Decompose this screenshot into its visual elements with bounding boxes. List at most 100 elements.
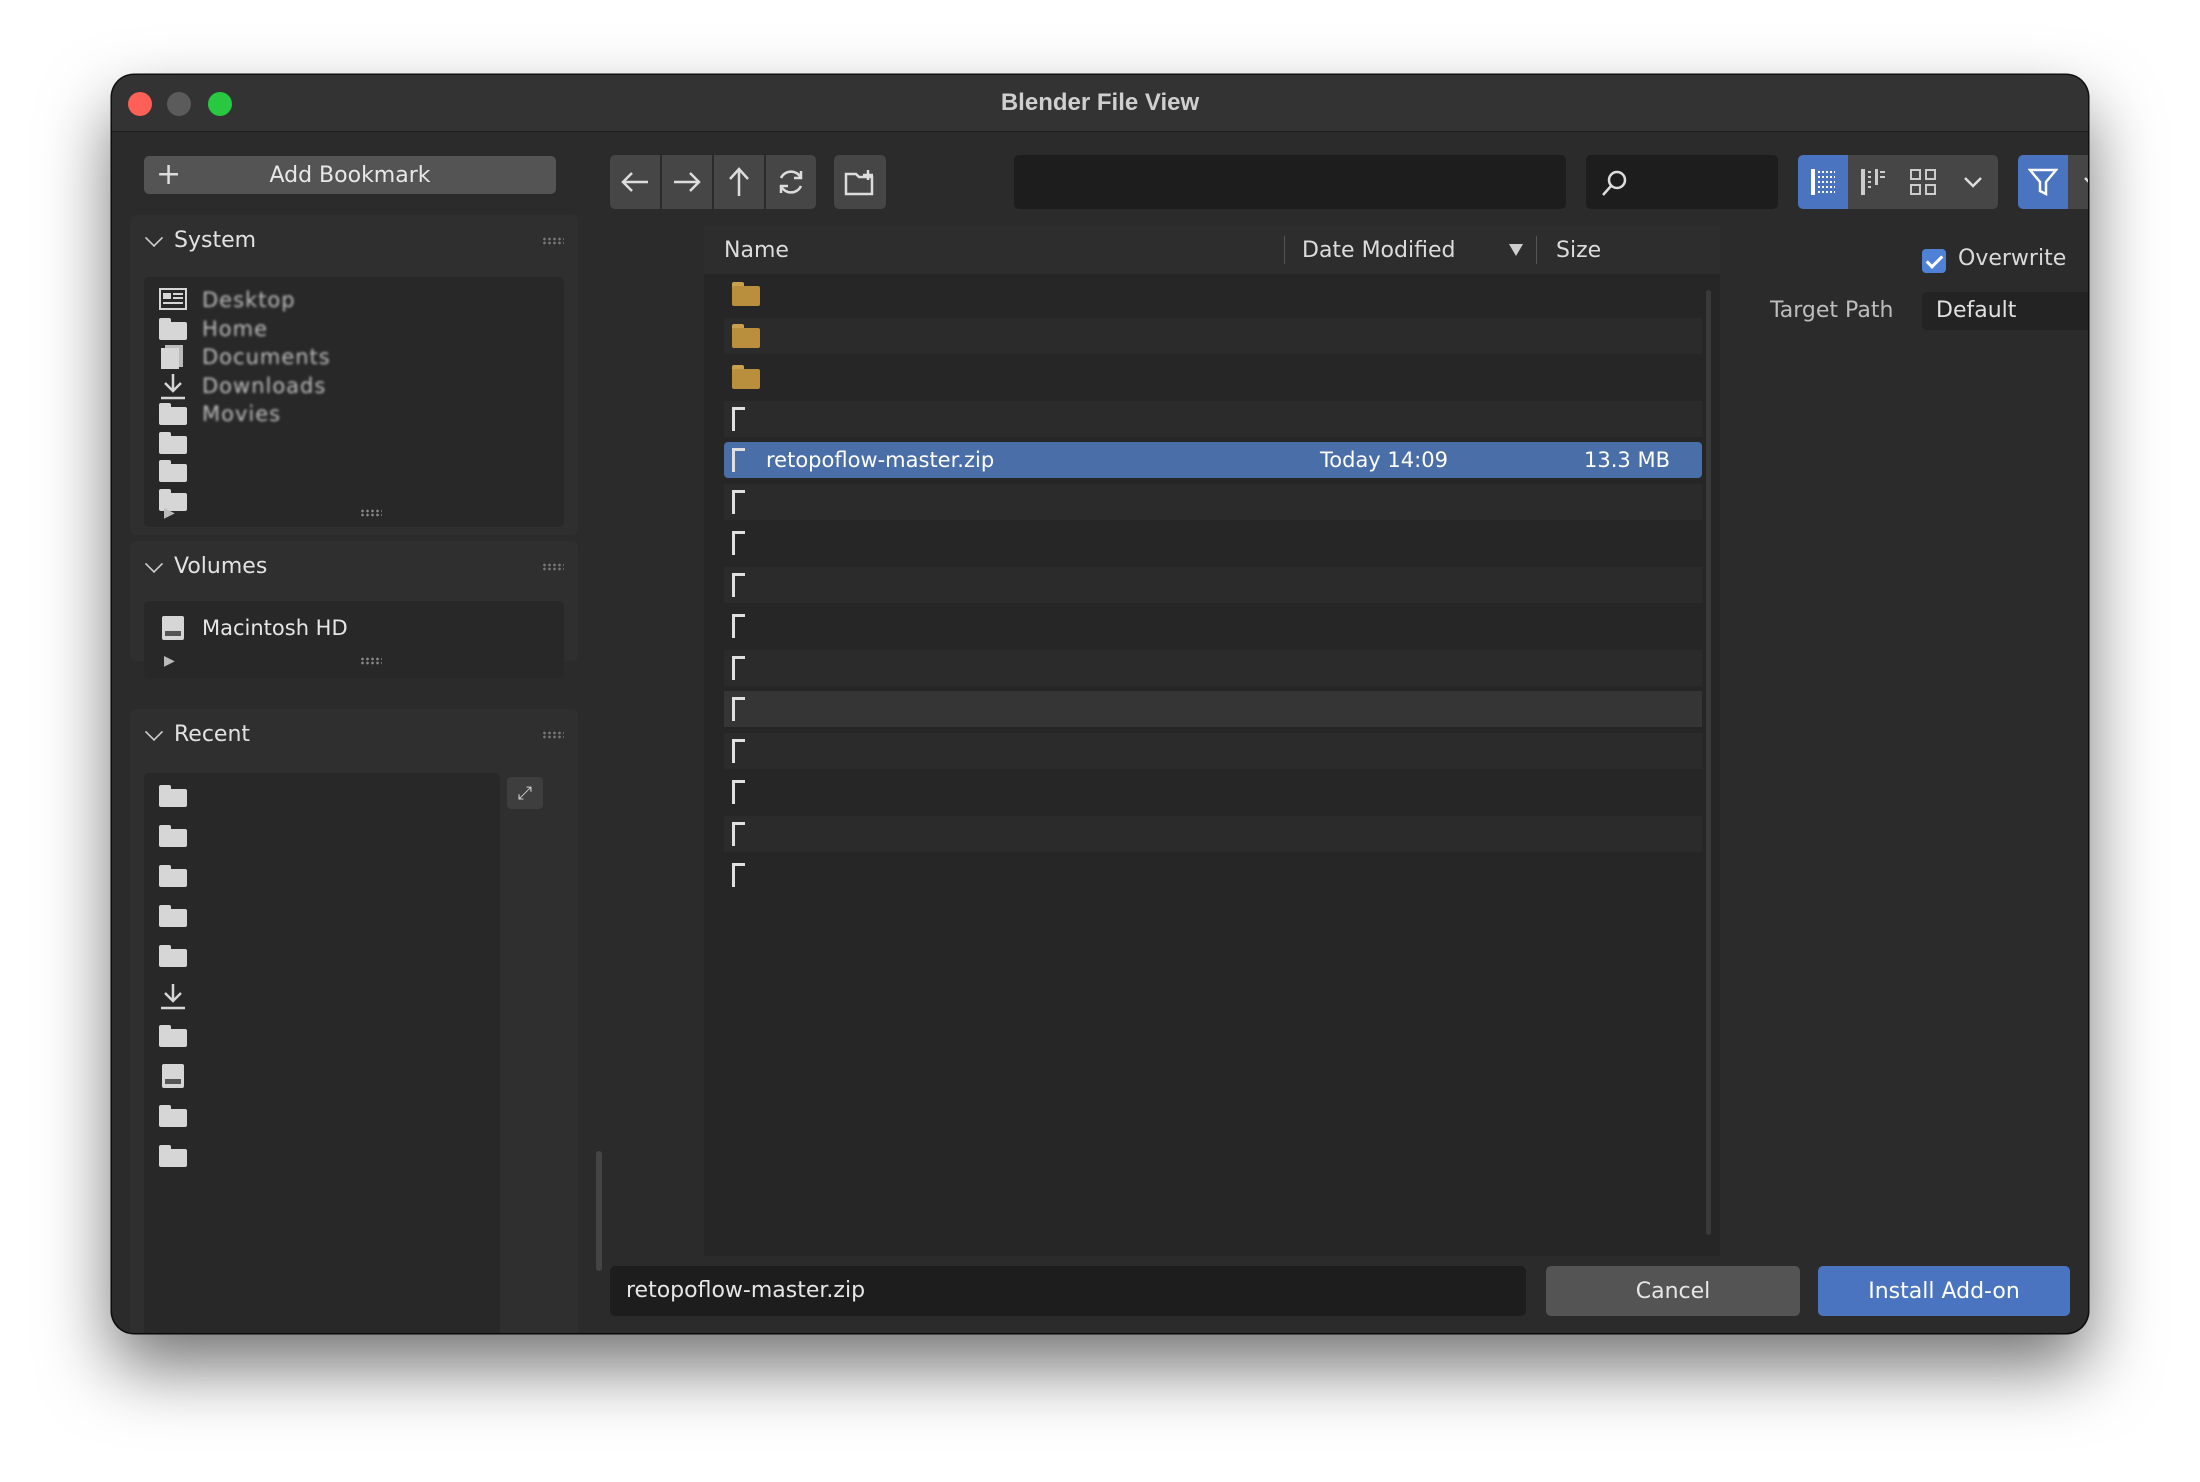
desktop-icon <box>158 287 188 313</box>
list-item[interactable] <box>158 821 202 851</box>
recent-panel: Recent ⤢ <box>130 709 578 1333</box>
file-row[interactable] <box>724 691 1702 727</box>
plus-icon: + <box>156 157 182 192</box>
system-panel: System Desktop Home Documents Downloads Movi… <box>130 215 578 535</box>
list-item[interactable] <box>158 1141 202 1171</box>
expand-list-icon[interactable]: ▶ <box>164 653 175 669</box>
volumes-panel-header[interactable]: Volumes <box>130 541 578 591</box>
download-icon <box>158 373 188 399</box>
list-item[interactable] <box>158 941 202 971</box>
column-date-header[interactable]: Date Modified <box>1302 238 1455 263</box>
folder-icon <box>730 280 760 308</box>
search-field[interactable] <box>1586 155 1778 209</box>
file-row[interactable] <box>724 649 1702 686</box>
refresh-button[interactable] <box>766 155 816 209</box>
add-bookmark-button[interactable]: + Add Bookmark <box>144 156 556 194</box>
drag-grip-icon[interactable] <box>542 563 564 571</box>
list-item[interactable]: Documents <box>158 342 331 372</box>
list-item[interactable] <box>158 1021 202 1051</box>
file-row[interactable] <box>724 857 1702 893</box>
new-folder-button[interactable] <box>834 155 886 209</box>
volumes-panel: Volumes Macintosh HD ▶ <box>130 541 578 679</box>
volume-label: Macintosh HD <box>202 616 348 640</box>
arrow-right-icon <box>674 172 701 192</box>
cancel-button[interactable]: Cancel <box>1546 1266 1800 1316</box>
list-item[interactable] <box>158 781 202 811</box>
chevron-down-icon <box>1964 177 1982 188</box>
folder-icon <box>158 863 188 889</box>
clear-recent-button[interactable]: ⤢ <box>507 777 543 809</box>
zip-file-icon <box>730 820 760 848</box>
vertical-list-view-button[interactable] <box>1798 155 1848 209</box>
parent-directory-button[interactable] <box>714 155 764 209</box>
list-item[interactable]: Movies <box>158 399 281 429</box>
back-button[interactable] <box>610 155 660 209</box>
file-row[interactable] <box>724 732 1702 769</box>
horizontal-list-view-button[interactable] <box>1848 155 1898 209</box>
file-row[interactable] <box>724 359 1702 395</box>
column-size-header[interactable]: Size <box>1556 238 1601 263</box>
file-row[interactable] <box>724 774 1702 810</box>
folder-icon <box>158 943 188 969</box>
file-row[interactable] <box>724 276 1702 312</box>
list-item[interactable] <box>158 428 202 458</box>
drag-grip-icon[interactable] <box>542 237 564 245</box>
folder-icon <box>730 322 760 350</box>
list-item[interactable] <box>158 1101 202 1131</box>
resize-grip-icon[interactable] <box>360 657 382 665</box>
drag-grip-icon[interactable] <box>542 731 564 739</box>
zip-file-icon <box>730 737 760 765</box>
sort-descending-icon[interactable] <box>1509 244 1523 256</box>
file-row[interactable] <box>724 815 1702 852</box>
folder-icon <box>158 903 188 929</box>
disk-icon <box>158 615 188 641</box>
download-icon <box>158 983 188 1010</box>
list-item-label: Movies <box>202 402 282 426</box>
sidebar: + Add Bookmark System Desktop Home Documen… <box>126 141 686 1333</box>
expand-list-icon[interactable]: ▶ <box>164 505 175 521</box>
system-panel-title: System <box>174 227 257 253</box>
system-panel-header[interactable]: System <box>130 215 578 265</box>
column-name-header[interactable]: Name <box>724 238 789 263</box>
list-item[interactable] <box>158 861 202 891</box>
file-list-scrollbar[interactable] <box>1706 290 1711 1235</box>
file-row[interactable] <box>724 525 1702 561</box>
directory-path-field[interactable] <box>1014 155 1566 209</box>
list-item[interactable] <box>158 456 202 486</box>
list-item[interactable] <box>158 901 202 931</box>
overwrite-checkbox[interactable] <box>1922 249 1946 273</box>
target-path-select[interactable]: Default <box>1922 292 2088 330</box>
recent-panel-header[interactable]: Recent <box>130 709 578 759</box>
list-item[interactable]: Downloads <box>158 371 326 401</box>
file-row[interactable] <box>724 483 1702 520</box>
sidebar-splitter[interactable] <box>596 1151 602 1271</box>
zip-file-icon <box>730 571 760 599</box>
thumbnail-view-button[interactable] <box>1898 155 1948 209</box>
forward-button[interactable] <box>662 155 712 209</box>
list-item[interactable] <box>158 981 202 1011</box>
list-item[interactable]: Home <box>158 314 268 344</box>
list-item[interactable]: Desktop <box>158 285 296 315</box>
zip-file-icon <box>730 654 760 682</box>
list-item-label: Home <box>202 316 269 341</box>
window-title: Blender File View <box>1000 89 1200 116</box>
file-row[interactable]: retopoflow-master.zip Today 14:09 13.3 MB <box>724 442 1702 478</box>
file-row[interactable] <box>724 317 1702 354</box>
file-row[interactable] <box>724 566 1702 603</box>
volume-item-macintosh-hd[interactable]: Macintosh HD <box>158 613 348 643</box>
target-path-label: Target Path <box>1770 298 1894 323</box>
display-settings-dropdown[interactable] <box>1948 155 1998 209</box>
file-row[interactable] <box>724 608 1702 644</box>
file-row[interactable] <box>724 400 1702 437</box>
list-item-label: Documents <box>202 345 331 369</box>
install-addon-button[interactable]: Install Add-on <box>1818 1266 2070 1316</box>
refresh-icon <box>779 170 803 194</box>
list-item-label: Downloads <box>202 373 327 398</box>
recent-list <box>144 773 500 1333</box>
list-item[interactable] <box>158 1061 202 1091</box>
list-item-label: Desktop <box>202 288 296 312</box>
filter-toggle-button[interactable] <box>2018 155 2068 209</box>
resize-grip-icon[interactable] <box>360 509 382 517</box>
filename-input[interactable]: retopoflow-master.zip <box>610 1266 1526 1316</box>
filter-options-dropdown[interactable] <box>2068 155 2088 209</box>
